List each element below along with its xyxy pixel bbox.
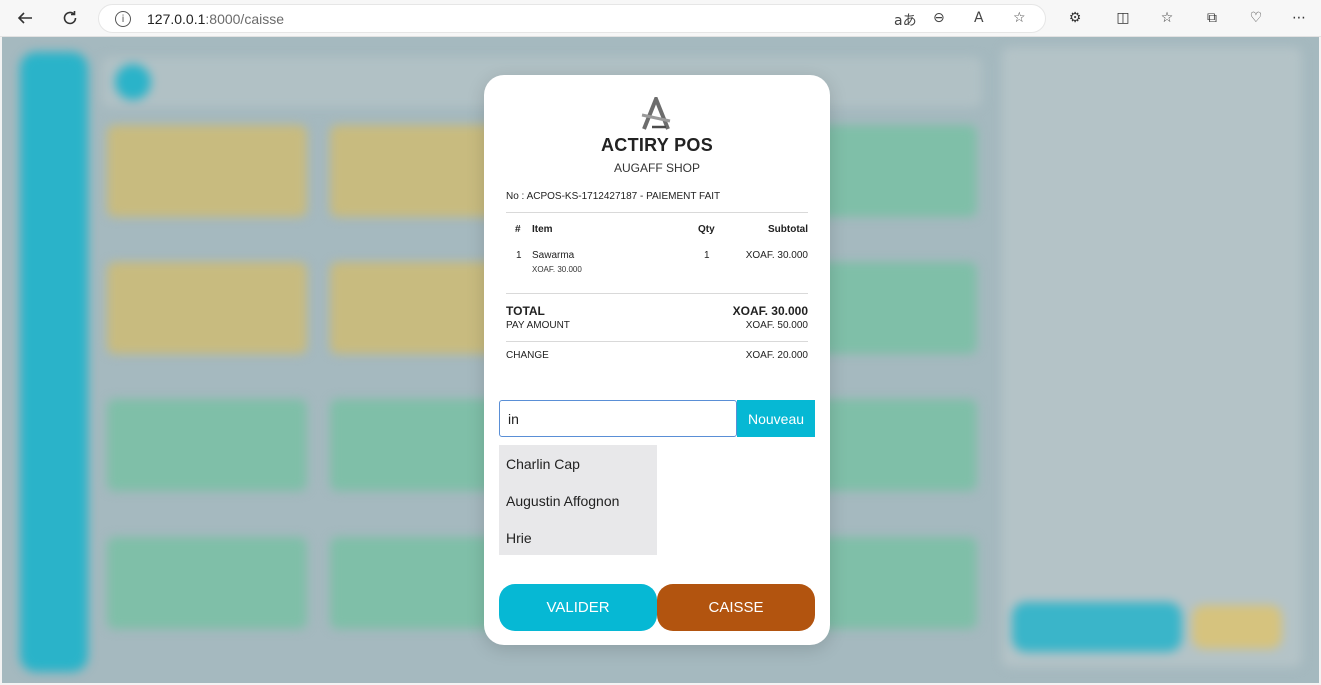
product-tile [107,399,307,491]
reload-icon[interactable] [56,4,84,32]
extensions-icon[interactable]: ⚙ [1066,9,1084,27]
zoom-icon[interactable]: ⊖ [933,10,945,26]
read-aloud-icon[interactable]: aあ [894,10,917,30]
valider-button[interactable]: VALIDER [499,584,657,631]
address-bar[interactable]: i 127.0.0.1:8000/caisse aあ ⊖ A ☆ [98,4,1046,33]
suggestion-item[interactable]: Charlin Cap [506,456,580,472]
split-screen-icon[interactable]: ◫ [1114,9,1132,27]
divider [506,341,808,342]
customer-suggestions: Charlin Cap Augustin Affognon Hrie [499,445,657,555]
col-header-subtotal: Subtotal [768,224,808,235]
sidebar-blurred [20,52,88,672]
col-header-qty: Qty [698,224,715,235]
pay-button-blurred [1012,602,1182,652]
col-header-item: Item [532,224,553,235]
row-unit-price: XOAF. 30.000 [532,265,582,274]
back-icon[interactable] [11,4,39,32]
browser-toolbar: i 127.0.0.1:8000/caisse aあ ⊖ A ☆ ⚙ ◫ ☆ ⧉… [0,0,1321,37]
favorites-icon[interactable]: ☆ [1158,9,1176,27]
browser-essentials-icon[interactable]: ♡ [1247,9,1265,27]
customer-search-input[interactable] [499,400,737,437]
favorite-star-icon[interactable]: ☆ [1013,10,1026,26]
change-value: XOAF. 20.000 [745,350,808,361]
more-menu-icon[interactable]: ⋯ [1290,9,1308,27]
pay-amount-value: XOAF. 50.000 [745,320,808,331]
suggestion-item[interactable]: Augustin Affognon [506,493,619,509]
url-text: 127.0.0.1:8000/caisse [147,11,284,27]
caisse-button[interactable]: CAISSE [657,584,815,631]
collections-icon[interactable]: ⧉ [1203,9,1221,27]
site-info-icon[interactable]: i [115,11,131,27]
row-qty: 1 [704,250,710,261]
total-value: XOAF. 30.000 [732,304,808,318]
receipt-modal: ACTIRY POS AUGAFF SHOP No : ACPOS-KS-171… [484,75,830,645]
row-num: 1 [516,250,522,261]
product-tile [107,262,307,354]
cart-panel-blurred [1002,47,1302,667]
divider [506,212,808,213]
receipt-number: No : ACPOS-KS-1712427187 - PAIEMENT FAIT [506,191,721,202]
brand-title: ACTIRY POS [600,135,714,155]
row-item: Sawarma [532,250,575,261]
change-label: CHANGE [506,350,549,361]
pay-amount-label: PAY AMOUNT [506,320,570,331]
product-tile [107,537,307,629]
actiry-logo-icon [641,97,671,130]
shop-name: AUGAFF SHOP [613,161,700,175]
header-logo-blurred [115,64,151,100]
suggestion-item[interactable]: Hrie [506,530,532,546]
row-subtotal: XOAF. 30.000 [745,250,808,261]
cancel-button-blurred [1192,605,1282,649]
col-header-num: # [515,224,521,235]
divider [506,293,808,294]
total-label: TOTAL [506,304,545,318]
new-customer-button[interactable]: Nouveau [737,400,815,437]
product-tile [107,125,307,217]
text-size-icon[interactable]: A [974,10,984,26]
